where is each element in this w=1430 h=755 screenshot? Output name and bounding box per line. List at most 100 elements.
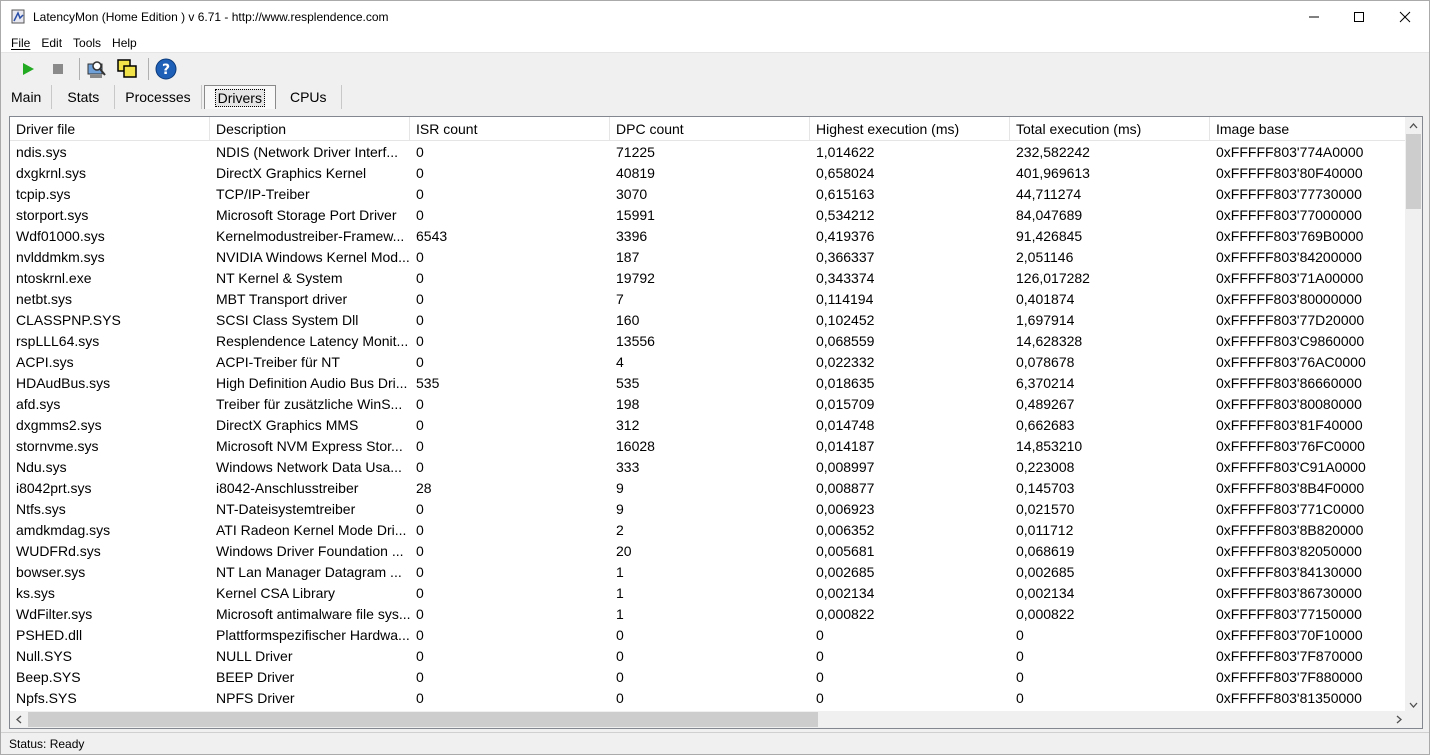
tab-drivers[interactable]: Drivers	[203, 85, 276, 109]
cell-total-execution: 0,011712	[1016, 522, 1074, 538]
menu-tools[interactable]: Tools	[73, 36, 101, 50]
help-button[interactable]: ?	[153, 56, 179, 82]
table-row[interactable]: WdFilter.sys Microsoft antimalware file s…	[10, 604, 1407, 625]
cell-image-base: 0xFFFFF803'86660000	[1216, 375, 1362, 391]
table-row[interactable]: Ndu.sys Windows Network Data Usa... 0 333 0,…	[10, 457, 1407, 478]
table-row[interactable]: rspLLL64.sys Resplendence Latency Monit..…	[10, 331, 1407, 352]
table-row[interactable]: ACPI.sys ACPI-Treiber für NT 0 4 0,022332 0,0…	[10, 352, 1407, 373]
table-body: ndis.sys NDIS (Network Driver Interf... 0 7…	[10, 142, 1407, 709]
table-row[interactable]: storport.sys Microsoft Storage Port Drive…	[10, 205, 1407, 226]
column-header-highest-execution[interactable]: Highest execution (ms)	[810, 117, 1010, 141]
menu-edit[interactable]: Edit	[41, 36, 62, 50]
column-header-total-execution[interactable]: Total execution (ms)	[1010, 117, 1210, 141]
cell-driver-file: PSHED.dll	[16, 627, 83, 643]
cell-description: Windows Driver Foundation ...	[216, 543, 404, 559]
cell-description: NVIDIA Windows Kernel Mod...	[216, 249, 410, 265]
table-row[interactable]: amdkmdag.sys ATI Radeon Kernel Mode Dri..…	[10, 520, 1407, 541]
table-row[interactable]: afd.sys Treiber für zusätzliche WinS... 0 1…	[10, 394, 1407, 415]
cell-driver-file: Null.SYS	[16, 648, 73, 664]
table-row[interactable]: i8042prt.sys i8042-Anschlusstreiber 28 9 0,0…	[10, 478, 1407, 499]
cell-highest-execution: 0,534212	[816, 207, 875, 223]
column-header-dpc-count[interactable]: DPC count	[610, 117, 810, 141]
table-row[interactable]: ks.sys Kernel CSA Library 0 1 0,002134 0,0021…	[10, 583, 1407, 604]
close-button[interactable]	[1382, 1, 1428, 33]
cell-highest-execution: 0,343374	[816, 270, 875, 286]
cell-image-base: 0xFFFFF803'C9860000	[1216, 333, 1365, 349]
tab-main[interactable]: Main	[1, 85, 53, 109]
search-icon	[87, 61, 106, 78]
table-row[interactable]: Wdf01000.sys Kernelmodustreiber-Framew...…	[10, 226, 1407, 247]
cell-highest-execution: 0	[816, 627, 824, 643]
table-row[interactable]: dxgkrnl.sys DirectX Graphics Kernel 0 40819…	[10, 163, 1407, 184]
table-row[interactable]: netbt.sys MBT Transport driver 0 7 0,114194 0…	[10, 289, 1407, 310]
horizontal-scroll-thumb[interactable]	[28, 712, 818, 727]
column-header-description[interactable]: Description	[210, 117, 410, 141]
title-bar[interactable]: LatencyMon (Home Edition ) v 6.71 - http…	[1, 1, 1429, 33]
cell-image-base: 0xFFFFF803'769B0000	[1216, 228, 1364, 244]
table-row[interactable]: ndis.sys NDIS (Network Driver Interf... 0 7…	[10, 142, 1407, 163]
table-row[interactable]: CLASSPNP.SYS SCSI Class System Dll 0 160 0,1…	[10, 310, 1407, 331]
table-row[interactable]: WUDFRd.sys Windows Driver Foundation ... 0…	[10, 541, 1407, 562]
column-header-driver-file[interactable]: Driver file	[10, 117, 210, 141]
cell-description: ACPI-Treiber für NT	[216, 354, 340, 370]
cell-highest-execution: 1,014622	[816, 144, 875, 160]
cell-description: NT Kernel & System	[216, 270, 343, 286]
cell-dpc-count: 0	[616, 669, 624, 685]
table-row[interactable]: Npfs.SYS NPFS Driver 0 0 0 0 0xFFFFF803'813500…	[10, 688, 1407, 709]
window-title: LatencyMon (Home Edition ) v 6.71 - http…	[33, 10, 389, 24]
horizontal-scrollbar[interactable]	[10, 711, 1407, 728]
maximize-button[interactable]	[1336, 1, 1382, 33]
cell-total-execution: 14,853210	[1016, 438, 1083, 454]
cell-isr-count: 535	[416, 375, 440, 391]
cell-dpc-count: 198	[616, 396, 640, 412]
table-row[interactable]: stornvme.sys Microsoft NVM Express Stor..…	[10, 436, 1407, 457]
start-button[interactable]	[15, 56, 41, 82]
cell-highest-execution: 0,008877	[816, 480, 875, 496]
menu-help[interactable]: Help	[112, 36, 137, 50]
vertical-scroll-thumb[interactable]	[1406, 134, 1421, 209]
windows-button[interactable]	[114, 56, 140, 82]
cell-total-execution: 0,662683	[1016, 417, 1075, 433]
table-row[interactable]: dxgmms2.sys DirectX Graphics MMS 0 312 0,014…	[10, 415, 1407, 436]
cell-image-base: 0xFFFFF803'771C0000	[1216, 501, 1365, 517]
cell-image-base: 0xFFFFF803'84200000	[1216, 249, 1362, 265]
minimize-button[interactable]	[1291, 1, 1337, 33]
drivers-table[interactable]: Driver file Description ISR count DPC co…	[9, 116, 1423, 729]
cell-image-base: 0xFFFFF803'77000000	[1216, 207, 1362, 223]
scroll-left-arrow-icon[interactable]	[10, 711, 27, 728]
stop-button[interactable]	[45, 56, 71, 82]
cell-description: Resplendence Latency Monit...	[216, 333, 409, 349]
table-row[interactable]: PSHED.dll Plattformspezifischer Hardwa...…	[10, 625, 1407, 646]
table-row[interactable]: bowser.sys NT Lan Manager Datagram ... 0 1 0…	[10, 562, 1407, 583]
cell-isr-count: 0	[416, 585, 424, 601]
cell-highest-execution: 0,005681	[816, 543, 875, 559]
analyze-button[interactable]	[84, 56, 110, 82]
cell-image-base: 0xFFFFF803'70F10000	[1216, 627, 1363, 643]
cell-total-execution: 2,051146	[1016, 249, 1074, 265]
vertical-scrollbar[interactable]	[1405, 117, 1422, 713]
table-row[interactable]: ntoskrnl.exe NT Kernel & System 0 19792 0,34…	[10, 268, 1407, 289]
cell-dpc-count: 1	[616, 606, 624, 622]
cell-total-execution: 0,002685	[1016, 564, 1075, 580]
table-row[interactable]: HDAudBus.sys High Definition Audio Bus Dr…	[10, 373, 1407, 394]
table-row[interactable]: Null.SYS NULL Driver 0 0 0 0 0xFFFFF803'7F8700…	[10, 646, 1407, 667]
cell-isr-count: 28	[416, 480, 432, 496]
table-row[interactable]: nvlddmkm.sys NVIDIA Windows Kernel Mod...…	[10, 247, 1407, 268]
cell-description: NDIS (Network Driver Interf...	[216, 144, 399, 160]
tab-stats[interactable]: Stats	[52, 85, 116, 109]
menu-file[interactable]: File	[11, 36, 30, 50]
cell-image-base: 0xFFFFF803'80000000	[1216, 291, 1362, 307]
tab-cpus[interactable]: CPUs	[276, 85, 342, 109]
cell-dpc-count: 187	[616, 249, 640, 265]
cell-driver-file: dxgmms2.sys	[16, 417, 102, 433]
tab-processes[interactable]: Processes	[115, 85, 202, 109]
column-header-isr-count[interactable]: ISR count	[410, 117, 610, 141]
tab-label: Main	[11, 89, 42, 105]
cell-total-execution: 0	[1016, 648, 1024, 664]
cell-total-execution: 0,000822	[1016, 606, 1075, 622]
scroll-up-arrow-icon[interactable]	[1405, 117, 1422, 134]
table-row[interactable]: Ntfs.sys NT-Dateisystemtreiber 0 9 0,006923 0…	[10, 499, 1407, 520]
table-row[interactable]: Beep.SYS BEEP Driver 0 0 0 0 0xFFFFF803'7F8800…	[10, 667, 1407, 688]
table-row[interactable]: tcpip.sys TCP/IP-Treiber 0 3070 0,615163 44,7…	[10, 184, 1407, 205]
column-header-image-base[interactable]: Image base	[1210, 117, 1407, 141]
